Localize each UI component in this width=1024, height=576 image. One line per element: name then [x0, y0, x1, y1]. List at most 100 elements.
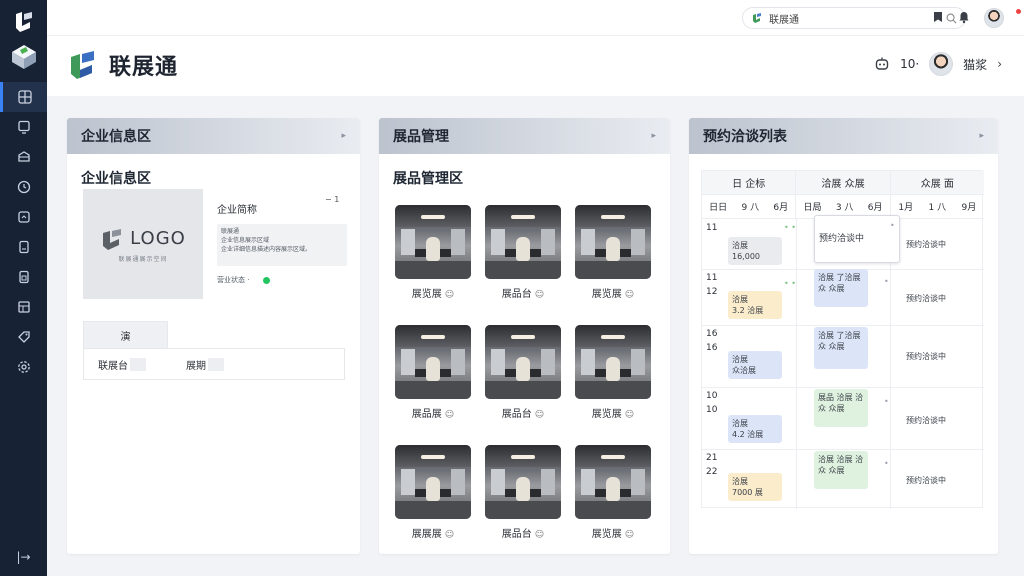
sidebar-item-file[interactable] [0, 232, 47, 262]
clock-icon [17, 180, 30, 194]
appointment-chip[interactable]: 洽展 了洽展 众 众展 [814, 327, 868, 369]
search-icon[interactable] [946, 13, 957, 24]
emoji-icon[interactable]: ☺ [625, 410, 634, 420]
company-status: 营业状态 · [217, 275, 347, 285]
bell-icon[interactable] [957, 10, 971, 24]
appointment-chip[interactable]: 洽展 4.2 洽展 [728, 415, 782, 443]
sidebar-item-dashboard[interactable] [0, 82, 47, 112]
sidebar-item-calendar[interactable] [0, 202, 47, 232]
sidebar-item-clock[interactable] [0, 172, 47, 202]
emoji-icon[interactable]: ☺ [535, 410, 544, 420]
sidebar: |→ [0, 0, 47, 576]
products-panel: 展品管理 ▸ 展品管理区 展览展 ☺ 展品台 ☺ 展览展 ☺ 展品展 ☺ 展品台 ☺ 展览展 ☺ 展展展… [379, 118, 670, 554]
appointment-chip-selected[interactable]: 预约洽谈中 [814, 215, 900, 263]
company-description: 联展通 企业信息展示区域 企业详细信息描述内容展示区域。 [217, 224, 347, 266]
appointment-chip[interactable]: 展品 洽展 洽 众 众展 [814, 389, 868, 427]
emoji-icon[interactable]: ☺ [535, 290, 544, 300]
product-label: 展品台 [501, 529, 532, 540]
product-card[interactable]: 展品台 ☺ [485, 325, 561, 420]
app-logo-icon[interactable] [10, 8, 38, 36]
calendar-icon [17, 211, 30, 223]
product-label: 展品展 [411, 409, 442, 420]
robot-icon[interactable] [874, 56, 890, 72]
product-label: 展览展 [591, 409, 622, 420]
row-status: 预约洽谈中 [906, 476, 946, 485]
column-header[interactable]: 日 企标 [702, 171, 797, 194]
row-status: 预约洽谈中 [906, 240, 946, 249]
product-image [575, 205, 651, 279]
column-header[interactable]: 众展 面 [891, 171, 984, 194]
product-label: 展品台 [501, 289, 532, 300]
appointment-chip[interactable]: 洽展 了洽展 众 众展 [814, 269, 868, 307]
bookmark-icon[interactable] [931, 10, 945, 24]
product-card[interactable]: 展展展 ☺ [395, 445, 471, 540]
product-label: 展览展 [411, 289, 442, 300]
file-icon [18, 240, 29, 254]
panel-title: 预约洽谈列表 [703, 129, 787, 145]
product-card[interactable]: 展品台 ☺ [485, 445, 561, 540]
product-card[interactable]: 展览展 ☺ [575, 205, 651, 300]
chevron-right-icon[interactable]: ▸ [341, 131, 346, 141]
document-icon [18, 270, 29, 284]
chevron-right-icon[interactable]: ▸ [651, 131, 656, 141]
sidebar-item-monitor[interactable] [0, 112, 47, 142]
section-title: 展品管理区 [393, 171, 463, 187]
brand-cube-icon [11, 45, 36, 69]
brand-logo-icon [71, 51, 94, 79]
products-panel-header: 展品管理 ▸ [379, 118, 670, 154]
product-image [575, 445, 651, 519]
panel-title: 展品管理 [393, 129, 449, 145]
chevron-right-icon[interactable]: › [997, 57, 1002, 71]
appointment-chip[interactable]: 洽展 众洽展 [728, 351, 782, 379]
brand-header: 联展通 10· 猫浆 › [47, 36, 1024, 96]
status-dot [263, 276, 271, 284]
brand[interactable]: 联展通 [67, 48, 178, 82]
enterprise-panel-header: 企业信息区 ▸ [67, 118, 360, 154]
table-icon [17, 301, 30, 313]
product-label: 展展展 [411, 529, 442, 540]
collapse-sidebar-button[interactable]: |→ [0, 550, 47, 564]
sidebar-item-settings[interactable] [0, 352, 47, 382]
product-image [485, 205, 561, 279]
time-label: 16 16 [706, 329, 718, 353]
sidebar-item-document[interactable] [0, 262, 47, 292]
company-info: 企业简称 联展通 企业信息展示区域 企业详细信息描述内容展示区域。 营业状态 · [217, 201, 347, 285]
product-card[interactable]: 展览展 ☺ [395, 205, 471, 300]
sidebar-item-tag[interactable] [0, 322, 47, 352]
username[interactable]: 猫浆 [963, 56, 987, 73]
schedule-header-row: 日 企标 洽展 众展 众展 面 [702, 171, 984, 195]
search-input[interactable] [769, 12, 946, 24]
header-avatar[interactable] [929, 52, 954, 76]
emoji-icon[interactable]: ☺ [445, 290, 454, 300]
emoji-icon[interactable]: ☺ [535, 530, 544, 540]
user-avatar[interactable] [984, 8, 1004, 28]
chevron-right-icon[interactable]: ▸ [979, 131, 984, 141]
settings-icon [17, 361, 30, 373]
company-logo: LOGO 联展通展示空间 [83, 189, 203, 299]
sidebar-item-box[interactable] [0, 142, 47, 172]
emoji-icon[interactable]: ☺ [445, 410, 454, 420]
emoji-icon[interactable]: ☺ [625, 290, 634, 300]
row-status: 预约洽谈中 [906, 352, 946, 361]
schedule-panel-header: 预约洽谈列表 ▸ [689, 118, 998, 154]
column-header[interactable]: 洽展 众展 [796, 171, 891, 194]
monitor-icon [17, 120, 30, 134]
product-card[interactable]: 展览展 ☺ [575, 325, 651, 420]
emoji-icon[interactable]: ☺ [445, 530, 454, 540]
product-image [395, 445, 471, 519]
row-status: 预约洽谈中 [906, 416, 946, 425]
emoji-icon[interactable]: ☺ [625, 530, 634, 540]
appointment-chip[interactable]: 洽展 16,000 [728, 237, 782, 265]
product-card[interactable]: 展品展 ☺ [395, 325, 471, 420]
product-card[interactable]: 展览展 ☺ [575, 445, 651, 540]
appointment-chip[interactable]: 洽展 7000 展 [728, 473, 782, 501]
sidebar-item-table[interactable] [0, 292, 47, 322]
product-card[interactable]: 展品台 ☺ [485, 205, 561, 300]
info-row[interactable]: 联展台 展期 [83, 348, 345, 380]
schedule-table: 日 企标 洽展 众展 众展 面 日日 9 八 6月 日局 3 八 6月 1月 1 八 9月 … [701, 170, 984, 509]
header-user-area: 10· 猫浆 › [874, 52, 1002, 76]
appointment-chip[interactable]: 洽展 3.2 洽展 [728, 291, 782, 319]
info-tab[interactable]: 演 [83, 321, 168, 349]
appointment-chip[interactable]: 洽展 洽展 洽 众 众展 [814, 451, 868, 489]
product-image [395, 205, 471, 279]
